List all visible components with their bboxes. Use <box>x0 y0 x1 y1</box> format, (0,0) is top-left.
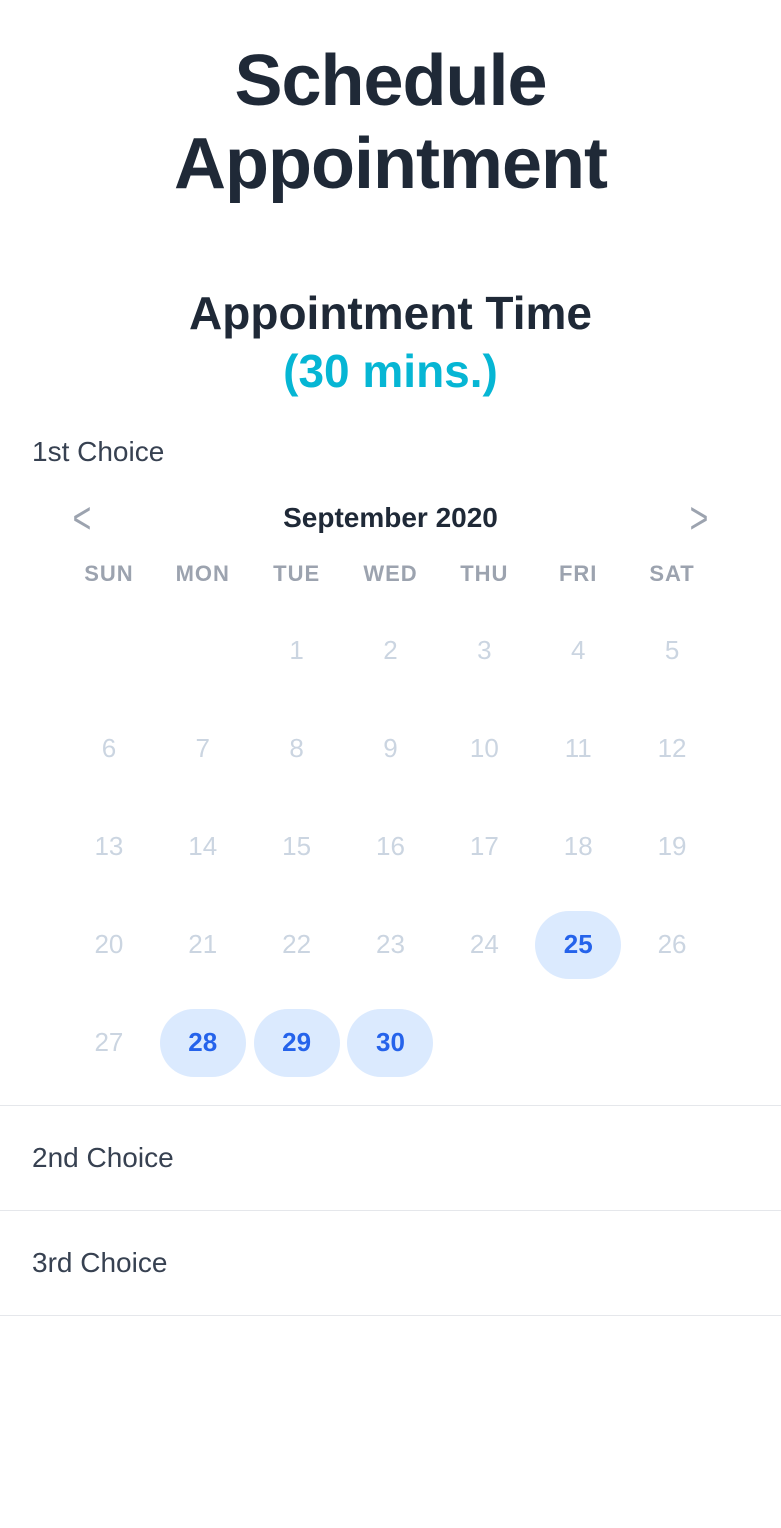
calendar-day[interactable]: 25 <box>535 911 621 979</box>
first-choice-label: 1st Choice <box>32 436 749 468</box>
calendar-day: 17 <box>441 813 527 881</box>
calendar-day: 13 <box>66 813 152 881</box>
calendar-day[interactable]: 28 <box>160 1009 246 1077</box>
calendar-day: 2 <box>347 617 433 685</box>
calendar-day[interactable]: 30 <box>347 1009 433 1077</box>
calendar-day: 19 <box>629 813 715 881</box>
calendar-day: 22 <box>254 911 340 979</box>
calendar-day: 9 <box>347 715 433 783</box>
calendar-dow: SAT <box>649 561 694 587</box>
calendar-day: 8 <box>254 715 340 783</box>
first-choice-section: 1st Choice < September 2020 > SUN MON TUE W… <box>0 408 781 1105</box>
calendar-next-button[interactable]: > <box>679 492 719 544</box>
divider <box>0 1315 781 1316</box>
calendar-day: 14 <box>160 813 246 881</box>
calendar-dow: THU <box>460 561 508 587</box>
calendar-day: 3 <box>441 617 527 685</box>
calendar-day: 16 <box>347 813 433 881</box>
calendar-dow: FRI <box>559 561 597 587</box>
calendar-dow: WED <box>363 561 417 587</box>
calendar-day-empty <box>66 617 152 685</box>
calendar: < September 2020 > SUN MON TUE WED THU FRI SAT… <box>32 492 749 1077</box>
calendar-day[interactable]: 29 <box>254 1009 340 1077</box>
appointment-time-label: Appointment Time <box>24 286 757 340</box>
calendar-day: 26 <box>629 911 715 979</box>
calendar-day: 11 <box>535 715 621 783</box>
calendar-day: 18 <box>535 813 621 881</box>
third-choice-row[interactable]: 3rd Choice <box>0 1211 781 1315</box>
calendar-day: 4 <box>535 617 621 685</box>
appointment-time-heading: Appointment Time (30 mins.) <box>0 266 781 408</box>
calendar-grid: SUNMONTUEWEDTHUFRISAT1234567891011121314… <box>62 561 719 1077</box>
calendar-day-empty <box>160 617 246 685</box>
calendar-dow: TUE <box>273 561 320 587</box>
calendar-dow: MON <box>176 561 230 587</box>
calendar-day-empty <box>535 1009 621 1077</box>
calendar-header: < September 2020 > <box>62 492 719 561</box>
page-title: Schedule Appointment <box>0 0 781 266</box>
calendar-day: 10 <box>441 715 527 783</box>
calendar-day: 23 <box>347 911 433 979</box>
appointment-duration: (30 mins.) <box>24 344 757 398</box>
calendar-prev-button[interactable]: < <box>62 492 102 544</box>
calendar-day: 1 <box>254 617 340 685</box>
calendar-day-empty <box>629 1009 715 1077</box>
calendar-day: 5 <box>629 617 715 685</box>
calendar-day: 6 <box>66 715 152 783</box>
calendar-dow: SUN <box>84 561 133 587</box>
calendar-day: 12 <box>629 715 715 783</box>
calendar-day-empty <box>441 1009 527 1077</box>
calendar-day: 7 <box>160 715 246 783</box>
calendar-month-year: September 2020 <box>283 502 498 534</box>
calendar-day: 27 <box>66 1009 152 1077</box>
calendar-day: 21 <box>160 911 246 979</box>
calendar-day: 24 <box>441 911 527 979</box>
calendar-day: 15 <box>254 813 340 881</box>
calendar-day: 20 <box>66 911 152 979</box>
second-choice-row[interactable]: 2nd Choice <box>0 1106 781 1210</box>
